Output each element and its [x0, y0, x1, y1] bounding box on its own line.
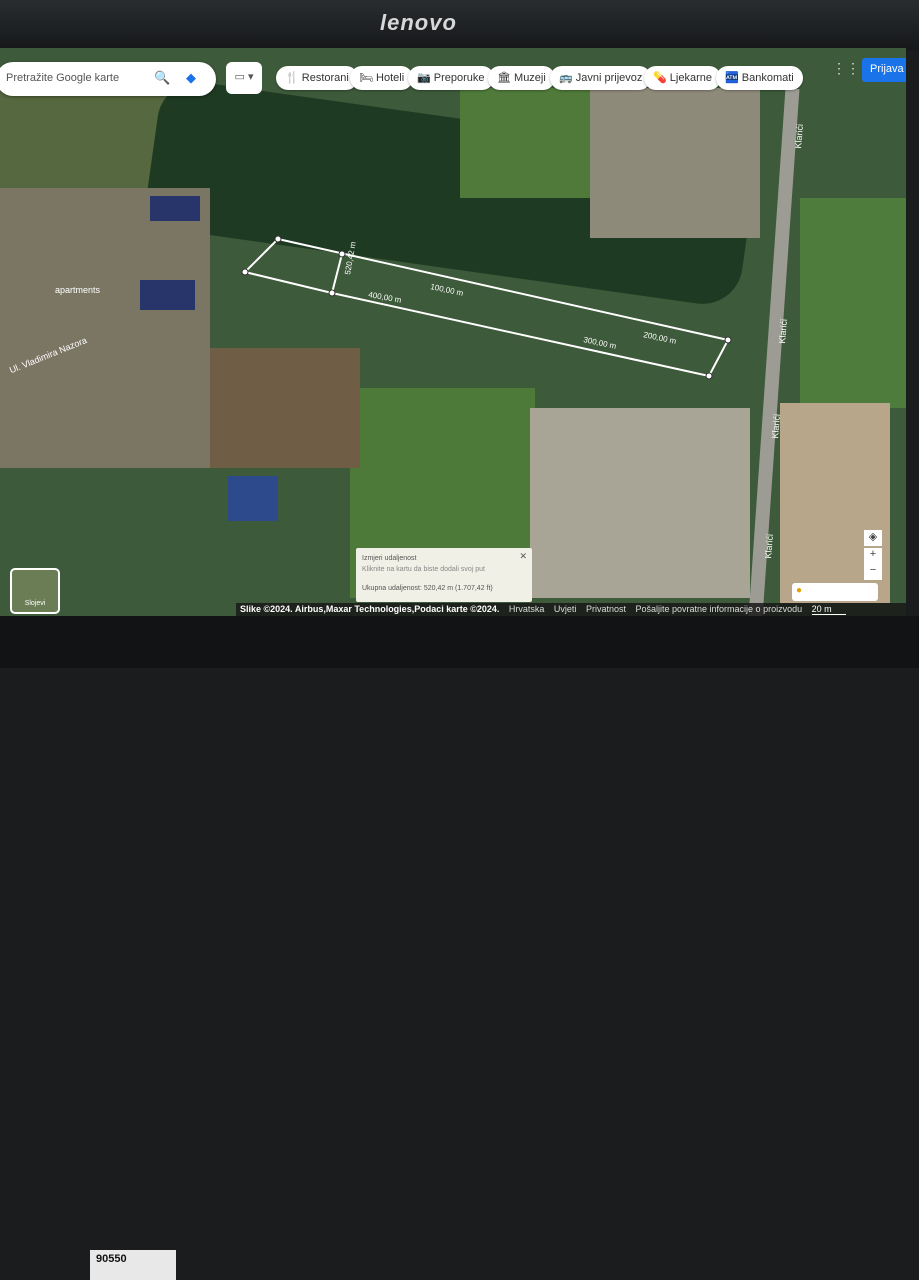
- monitor-bezel-top: lenovo: [0, 0, 919, 50]
- search-input[interactable]: Pretražite Google karte 🔍 ◆: [0, 62, 216, 96]
- search-icon[interactable]: 🔍: [154, 70, 170, 86]
- attribution: Slike ©2024. Airbus,Maxar Technologies,P…: [240, 604, 500, 614]
- footer-link[interactable]: Privatnost: [586, 604, 626, 614]
- measure-point[interactable]: [338, 250, 346, 258]
- measure-distance-popup: ✕ Izmjeri udaljenost Kliknite na kartu d…: [356, 548, 532, 602]
- scale-bar[interactable]: 20 m: [811, 604, 846, 615]
- measure-point[interactable]: [241, 268, 249, 276]
- monitor-bezel-bottom: 90550: [0, 616, 919, 1280]
- chip-label: Restorani: [301, 72, 349, 84]
- chip-label: Javni prijevoz: [575, 72, 643, 84]
- distance-label: 100,00 m: [430, 282, 465, 298]
- monitor-sticker: 90550: [90, 1250, 176, 1280]
- measure-point[interactable]: [705, 372, 713, 380]
- directions-icon[interactable]: ◆: [186, 70, 196, 86]
- layers-button[interactable]: ▭ ▾: [226, 62, 262, 94]
- measure-point[interactable]: [328, 289, 336, 297]
- chip-javni-prijevoz[interactable]: 🚌 Javni prijevoz: [550, 66, 652, 90]
- close-icon[interactable]: ✕: [519, 551, 527, 562]
- layers-thumbnail[interactable]: Slojevi: [10, 568, 60, 614]
- measure-point[interactable]: [724, 336, 732, 344]
- museum-icon: 🏛: [497, 72, 511, 84]
- measure-point[interactable]: [274, 235, 282, 243]
- sign-in-button[interactable]: Prijava: [862, 58, 906, 82]
- chip-hoteli[interactable]: 🛏 Hoteli: [350, 66, 414, 90]
- measure-line[interactable]: [331, 253, 343, 294]
- atm-icon: 🏧: [725, 72, 739, 84]
- search-placeholder: Pretražite Google karte: [6, 72, 120, 84]
- street-view-pegman-icon[interactable]: ●: [792, 583, 878, 601]
- map-canvas[interactable]: apartments Ul. Vladimira Nazora Klarići …: [0, 48, 906, 616]
- bus-icon: 🚌: [559, 72, 573, 84]
- compass-icon[interactable]: ◈: [864, 530, 882, 546]
- footer-link[interactable]: Hrvatska: [509, 604, 545, 614]
- chip-restorani[interactable]: 🍴 Restorani: [276, 66, 358, 90]
- chip-label: Ljekarne: [669, 72, 712, 84]
- hotel-icon: 🛏: [359, 72, 373, 84]
- measure-path[interactable]: 520,42 m 400,00 m 100,00 m 300,00 m 200,…: [0, 48, 906, 616]
- chip-label: Muzeji: [514, 72, 546, 84]
- chip-ljekarne[interactable]: 💊 Ljekarne: [644, 66, 721, 90]
- popup-hint: Kliknite na kartu da biste dodali svoj p…: [362, 566, 485, 573]
- zoom-in-button[interactable]: +: [864, 548, 882, 564]
- chip-preporuke[interactable]: 📷 Preporuke: [408, 66, 494, 90]
- distance-label: 520,42 m: [343, 241, 358, 276]
- camera-icon: 📷: [417, 72, 431, 84]
- restaurant-icon: 🍴: [285, 72, 299, 84]
- map-footer: Slike ©2024. Airbus,Maxar Technologies,P…: [236, 603, 906, 616]
- zoom-out-button[interactable]: −: [864, 564, 882, 580]
- pharmacy-icon: 💊: [653, 72, 667, 84]
- footer-link[interactable]: Uvjeti: [554, 604, 577, 614]
- chip-label: Preporuke: [433, 72, 485, 84]
- monitor-brand: lenovo: [380, 10, 457, 35]
- popup-total: Ukupna udaljenost: 520,42 m (1.707,42 ft…: [362, 585, 493, 592]
- measure-line[interactable]: [244, 237, 730, 378]
- chip-bankomati[interactable]: 🏧 Bankomati: [716, 66, 803, 90]
- footer-link[interactable]: Pošaljite povratne informacije o proizvo…: [636, 604, 803, 614]
- chip-muzeji[interactable]: 🏛 Muzeji: [488, 66, 555, 90]
- distance-label: 200,00 m: [643, 330, 678, 346]
- popup-title: Izmjeri udaljenost: [362, 555, 417, 562]
- chip-label: Hoteli: [376, 72, 405, 84]
- chip-label: Bankomati: [741, 72, 794, 84]
